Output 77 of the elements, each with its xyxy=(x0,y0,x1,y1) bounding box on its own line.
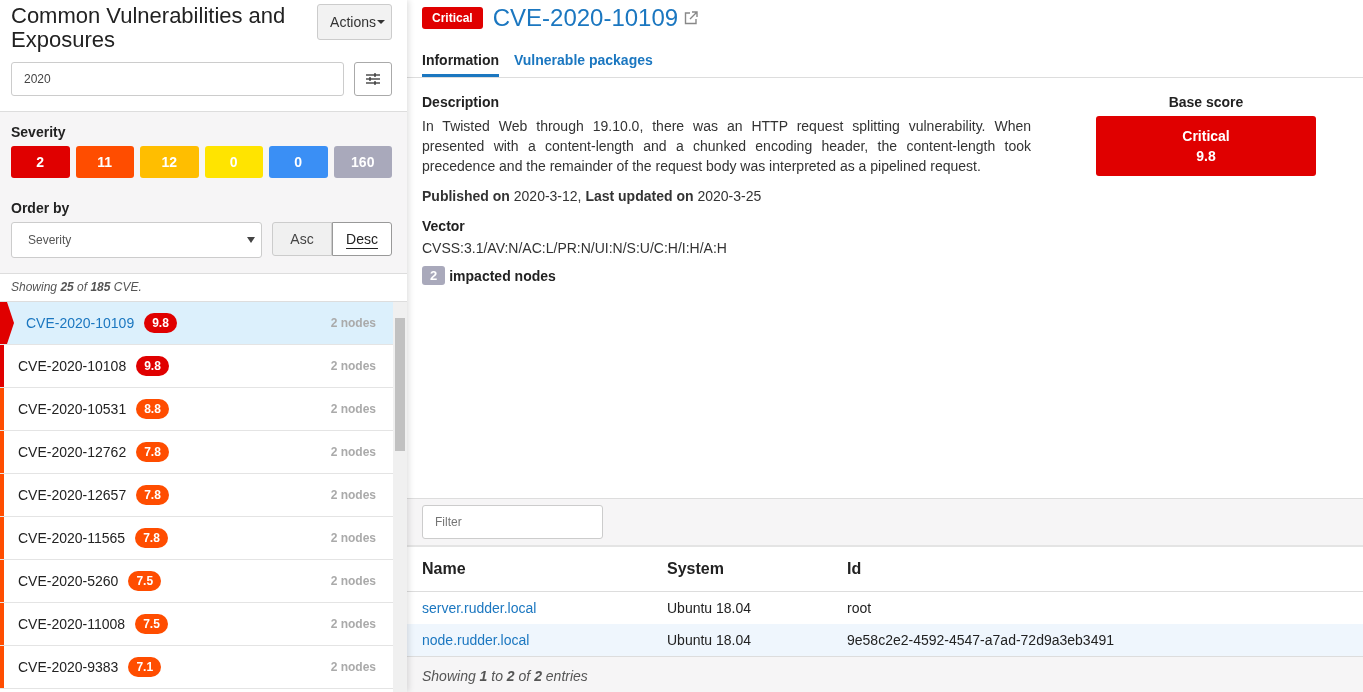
table-footer: Showing 1 to 2 of 2 entries xyxy=(407,657,1363,692)
cve-list-item[interactable]: CVE-2020-9383 7.1 2 nodes xyxy=(0,646,393,689)
score-badge: 7.1 xyxy=(128,657,162,677)
node-count: 2 nodes xyxy=(330,488,376,502)
score-badge: 7.8 xyxy=(136,442,169,462)
table-row[interactable]: server.rudder.local Ubuntu 18.04 root xyxy=(407,591,1363,624)
base-score-value: 9.8 xyxy=(1196,148,1216,164)
caret-icon xyxy=(377,20,385,24)
cve-list-item[interactable]: CVE-2020-10531 8.8 2 nodes xyxy=(0,388,393,431)
cve-id: CVE-2020-11008 xyxy=(18,616,126,632)
sliders-icon xyxy=(366,73,380,85)
node-count: 2 nodes xyxy=(330,574,376,588)
cve-id: CVE-2020-9383 xyxy=(18,659,119,675)
cve-list-item[interactable]: CVE-2020-11565 7.8 2 nodes xyxy=(0,517,393,560)
filter-field[interactable]: Filter xyxy=(422,505,603,539)
actions-button[interactable]: Actions xyxy=(317,4,392,40)
node-count: 2 nodes xyxy=(330,402,376,416)
severity-filter-button[interactable]: 2 xyxy=(11,146,70,178)
cve-list-item[interactable]: CVE-2020-10108 9.8 2 nodes xyxy=(0,345,393,388)
caret-icon xyxy=(247,237,255,243)
scrollbar[interactable] xyxy=(393,302,407,692)
vector-string: CVSS:3.1/AV:N/AC:L/PR:N/UI:N/S:U/C:H/I:H/A:H xyxy=(422,240,728,256)
node-count: 2 nodes xyxy=(330,660,376,674)
order-select[interactable]: Severity xyxy=(11,222,262,258)
score-badge: 7.8 xyxy=(136,485,169,505)
filter-toggle-button[interactable] xyxy=(354,62,392,96)
cve-id: CVE-2020-10531 xyxy=(18,401,127,417)
external-link-icon xyxy=(684,11,699,25)
table-cell: Ubuntu 18.04 xyxy=(652,591,832,624)
table-cell: 9e58c2e2-4592-4547-a7ad-72d9a3eb3491 xyxy=(832,624,1363,657)
impacted-nodes-label: impacted nodes xyxy=(449,267,556,284)
cve-title-link[interactable]: CVE-2020-10109 xyxy=(492,4,679,32)
cve-list-item[interactable]: CVE-2020-10109 9.8 2 nodes xyxy=(0,302,393,345)
sort-direction-button[interactable]: Asc xyxy=(272,222,332,256)
score-badge: 9.8 xyxy=(144,313,177,333)
cve-id: CVE-2020-10109 xyxy=(26,315,135,331)
tab[interactable]: Information xyxy=(422,52,499,77)
cve-id: CVE-2020-12762 xyxy=(18,444,127,460)
column-header[interactable]: Id xyxy=(832,547,1363,592)
cve-id: CVE-2020-12657 xyxy=(18,487,127,503)
cve-list-item[interactable]: CVE-2020-12762 7.8 2 nodes xyxy=(0,431,393,474)
node-count: 2 nodes xyxy=(330,445,376,459)
base-score-severity: Critical xyxy=(1182,128,1230,144)
description-heading: Description xyxy=(422,94,500,110)
order-label: Order by xyxy=(11,200,71,216)
publication-dates: Published on 2020-3-12, Last updated on 2020-3-25 xyxy=(422,188,763,204)
sort-direction-button[interactable]: Desc xyxy=(332,222,392,256)
node-count: 2 nodes xyxy=(330,359,376,373)
cve-id: CVE-2020-10108 xyxy=(18,358,127,374)
cve-list-item[interactable]: CVE-2020-11008 7.5 2 nodes xyxy=(0,603,393,646)
score-badge: 9.8 xyxy=(136,356,169,376)
search-field[interactable]: 2020 xyxy=(11,62,344,96)
description-text: In Twisted Web through 19.10.0, there was an HTTP request splitting vulnerability. When presented with a content-length and a chunked encoding header, the content-length took precedence and the remainder of the request body was interpreted as a pipelined request. xyxy=(422,117,1031,176)
score-badge: 7.5 xyxy=(135,614,168,634)
node-count: 2 nodes xyxy=(330,617,376,631)
count-badge: 2 xyxy=(422,266,446,285)
severity-badge: Critical xyxy=(422,7,483,29)
node-link[interactable]: node.rudder.local xyxy=(422,632,530,648)
score-badge: 7.8 xyxy=(135,528,168,548)
cve-id: CVE-2020-11565 xyxy=(18,530,126,546)
vector-heading: Vector xyxy=(422,218,466,234)
table-cell: Ubuntu 18.04 xyxy=(652,624,832,657)
node-link[interactable]: server.rudder.local xyxy=(422,600,537,616)
node-count: 2 nodes xyxy=(330,531,376,545)
table-cell: root xyxy=(832,591,1363,624)
node-count: 2 nodes xyxy=(330,316,376,330)
page-title: Common Vulnerabilities and Exposures xyxy=(11,4,287,52)
base-score-label: Base score xyxy=(1167,94,1245,110)
severity-label: Severity xyxy=(11,124,67,140)
column-header[interactable]: System xyxy=(652,547,832,592)
column-header[interactable]: Name xyxy=(407,547,652,592)
cve-list-item[interactable]: CVE-2020-5260 7.5 2 nodes xyxy=(0,560,393,603)
cve-id: CVE-2020-5260 xyxy=(18,573,119,589)
score-badge: 8.8 xyxy=(136,399,169,419)
tab[interactable]: Vulnerable packages xyxy=(514,52,653,77)
score-badge: 7.5 xyxy=(128,571,162,591)
cve-list-item[interactable]: CVE-2020-12657 7.8 2 nodes xyxy=(0,474,393,517)
